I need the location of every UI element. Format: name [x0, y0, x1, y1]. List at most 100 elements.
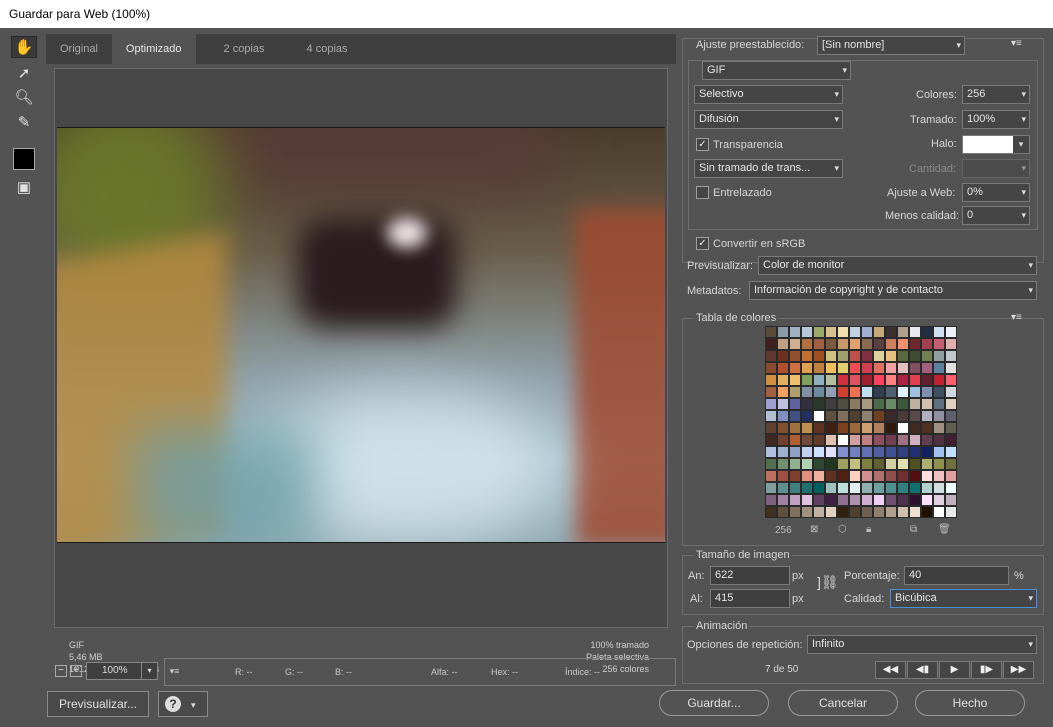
color-swatch[interactable] [885, 458, 897, 470]
color-swatch[interactable] [897, 422, 909, 434]
color-swatch[interactable] [885, 338, 897, 350]
color-swatch[interactable] [849, 362, 861, 374]
color-swatch[interactable] [789, 446, 801, 458]
color-swatch[interactable] [897, 338, 909, 350]
color-swatch[interactable] [801, 374, 813, 386]
color-swatch[interactable] [909, 470, 921, 482]
color-swatch[interactable] [801, 434, 813, 446]
color-swatch[interactable] [909, 362, 921, 374]
width-input[interactable]: 622 [710, 566, 790, 585]
color-swatch[interactable] [825, 434, 837, 446]
color-swatch[interactable] [921, 350, 933, 362]
quality-select[interactable]: Bicúbica ▾ [890, 589, 1037, 608]
color-swatch[interactable] [765, 374, 777, 386]
color-swatch[interactable] [765, 506, 777, 518]
color-swatch[interactable] [933, 374, 945, 386]
color-swatch[interactable] [909, 434, 921, 446]
color-swatch[interactable] [801, 410, 813, 422]
color-swatch[interactable] [861, 386, 873, 398]
hand-tool-icon[interactable]: ✋ [11, 36, 37, 58]
color-swatch[interactable] [897, 374, 909, 386]
convert-srgb-checkbox[interactable]: ✓ [696, 237, 709, 250]
color-swatch[interactable] [765, 410, 777, 422]
lock-icon[interactable]: 🔒︎ [866, 524, 871, 535]
color-swatch[interactable] [777, 482, 789, 494]
color-swatch[interactable] [873, 506, 885, 518]
color-swatch[interactable] [873, 350, 885, 362]
color-swatch[interactable] [909, 494, 921, 506]
color-swatch[interactable] [801, 446, 813, 458]
color-swatch[interactable] [909, 482, 921, 494]
color-swatch[interactable] [813, 494, 825, 506]
color-swatch[interactable] [897, 506, 909, 518]
color-swatch[interactable] [801, 398, 813, 410]
tab-optimized[interactable]: Optimizado [111, 34, 196, 64]
color-swatch[interactable] [897, 494, 909, 506]
color-swatch[interactable] [777, 374, 789, 386]
color-swatch[interactable] [933, 386, 945, 398]
color-swatch[interactable] [861, 398, 873, 410]
color-swatch[interactable] [921, 434, 933, 446]
color-swatch[interactable] [837, 410, 849, 422]
metadata-select[interactable]: Información de copyright y de contacto ▾ [749, 281, 1037, 300]
color-swatch[interactable] [861, 446, 873, 458]
color-swatch[interactable] [813, 410, 825, 422]
color-swatch[interactable] [885, 374, 897, 386]
color-swatch[interactable] [825, 350, 837, 362]
save-button[interactable]: Guardar... [659, 690, 769, 716]
color-swatch[interactable] [861, 326, 873, 338]
color-swatch[interactable] [801, 386, 813, 398]
color-swatch[interactable] [945, 458, 957, 470]
color-swatch[interactable] [873, 398, 885, 410]
color-swatch[interactable] [825, 422, 837, 434]
color-swatch[interactable] [813, 362, 825, 374]
color-swatch[interactable] [945, 386, 957, 398]
color-swatch[interactable] [777, 338, 789, 350]
color-swatch[interactable] [837, 434, 849, 446]
cancel-button[interactable]: Cancelar [788, 690, 898, 716]
color-swatch[interactable] [837, 506, 849, 518]
trash-icon[interactable]: 🗑︎ [938, 524, 951, 535]
color-swatch[interactable] [849, 422, 861, 434]
color-swatch[interactable] [885, 410, 897, 422]
color-swatch[interactable] [861, 422, 873, 434]
color-swatch[interactable] [837, 482, 849, 494]
map-transparency-icon[interactable]: ⊠ [810, 524, 818, 535]
color-swatch[interactable] [897, 350, 909, 362]
color-table-menu-icon[interactable]: ▾≡ [1011, 312, 1022, 323]
color-swatch[interactable] [861, 410, 873, 422]
color-swatch[interactable] [945, 374, 957, 386]
color-swatch[interactable] [801, 422, 813, 434]
color-swatch[interactable] [933, 326, 945, 338]
color-swatch[interactable] [801, 338, 813, 350]
color-swatch[interactable] [837, 350, 849, 362]
color-swatch[interactable] [813, 458, 825, 470]
color-swatch[interactable] [849, 494, 861, 506]
color-swatch[interactable] [909, 398, 921, 410]
color-swatch[interactable] [921, 338, 933, 350]
color-swatch[interactable] [849, 398, 861, 410]
color-swatch[interactable] [873, 374, 885, 386]
color-swatch[interactable] [933, 482, 945, 494]
color-swatch[interactable] [813, 326, 825, 338]
websnap-select[interactable]: 0% ▾ [962, 183, 1030, 202]
color-swatch[interactable] [861, 494, 873, 506]
color-swatch[interactable] [933, 506, 945, 518]
eyedropper-tool-icon[interactable]: ✎ [11, 111, 37, 133]
color-swatch[interactable] [897, 326, 909, 338]
color-swatch[interactable] [777, 362, 789, 374]
color-swatch[interactable] [813, 374, 825, 386]
color-swatch[interactable] [849, 374, 861, 386]
color-swatch[interactable] [861, 362, 873, 374]
color-swatch[interactable] [945, 470, 957, 482]
color-swatch[interactable] [825, 326, 837, 338]
color-swatch[interactable] [789, 386, 801, 398]
first-frame-button[interactable]: ◀◀ [875, 661, 906, 679]
color-swatch[interactable] [897, 446, 909, 458]
color-swatch[interactable] [777, 434, 789, 446]
color-swatch[interactable] [909, 374, 921, 386]
matte-select[interactable]: ▾ [962, 135, 1030, 154]
play-button[interactable]: ▶ [939, 661, 970, 679]
zoom-tool-icon[interactable]: 🔍︎ [11, 86, 37, 108]
color-swatch[interactable] [861, 434, 873, 446]
